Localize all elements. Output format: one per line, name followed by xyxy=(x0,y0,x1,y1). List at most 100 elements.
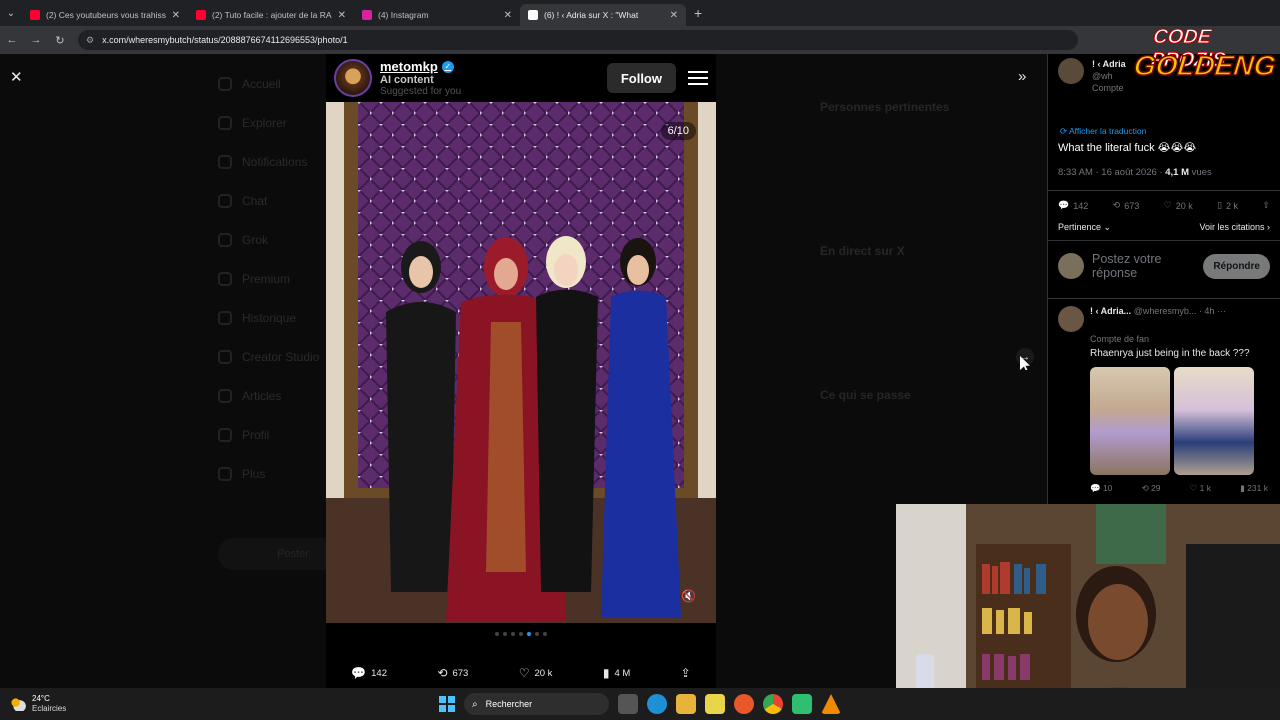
close-tab-icon[interactable]: ✕ xyxy=(504,10,512,21)
forward-icon[interactable]: → xyxy=(24,34,48,46)
windows-start-icon[interactable] xyxy=(439,696,455,712)
repost-count: 673 xyxy=(452,667,469,679)
reply-tweet[interactable]: ! ‹ Adria... @wheresmyb... · 4h ··· Comp… xyxy=(1058,306,1270,494)
quotes-link[interactable]: Voir les citations › xyxy=(1199,222,1270,233)
back-icon[interactable]: ← xyxy=(0,34,24,46)
mute-icon[interactable]: 🔇 xyxy=(681,589,696,603)
author-name[interactable]: ! ‹ Adria xyxy=(1092,59,1126,69)
like-action[interactable]: ♡ 20 k xyxy=(519,666,553,680)
views-action[interactable]: ▮ 4 M xyxy=(603,666,630,680)
carousel-dot[interactable] xyxy=(543,632,547,636)
media-thumbnail[interactable] xyxy=(1090,367,1170,475)
reply-handle[interactable]: @wheresmyb... xyxy=(1134,306,1197,316)
browser-tab-active[interactable]: (6) ! ‹ Adria sur X : "What ✕ xyxy=(520,4,686,26)
nav-item[interactable]: Notifications xyxy=(218,142,328,181)
temperature: 24°C xyxy=(32,694,50,703)
share-icon: ⇪ xyxy=(1262,200,1270,210)
carousel-dot-active[interactable] xyxy=(527,632,531,636)
repost-action[interactable]: ⟲ 673 xyxy=(1113,200,1140,211)
like-action[interactable]: ♡ 20 k xyxy=(1164,200,1193,211)
logo-line-2: GOLDENG xyxy=(1132,49,1278,82)
weather-text: 24°C Eclaircies xyxy=(32,694,66,714)
avatar[interactable] xyxy=(1058,58,1084,84)
avatar[interactable] xyxy=(334,59,372,97)
url-field[interactable]: ⚙ x.com/wheresmybutch/status/20888766741… xyxy=(78,30,1078,50)
follow-button[interactable]: Follow xyxy=(606,63,676,93)
tab-search-icon[interactable]: ⌄ xyxy=(0,0,22,26)
nav-item[interactable]: Premium xyxy=(218,259,328,298)
translate-link[interactable]: ⟳ Afficher la traduction xyxy=(1060,126,1146,137)
reload-icon[interactable]: ↻ xyxy=(48,34,72,47)
views-action[interactable]: ▮ 231 k xyxy=(1240,483,1268,494)
nav-label: Historique xyxy=(242,310,297,325)
article-icon xyxy=(218,388,232,403)
edge-icon[interactable] xyxy=(647,694,667,714)
media-thumbnail[interactable] xyxy=(1174,367,1254,475)
reply-author[interactable]: ! ‹ Adria... xyxy=(1090,306,1131,316)
nav-item[interactable]: Explorer xyxy=(218,103,328,142)
nav-item[interactable]: Profil xyxy=(218,415,328,454)
nav-label: Profil xyxy=(242,427,270,442)
expand-panel-icon[interactable]: » xyxy=(1018,68,1026,85)
close-tab-icon[interactable]: ✕ xyxy=(670,10,678,21)
vlc-icon[interactable] xyxy=(821,694,841,714)
close-tab-icon[interactable]: ✕ xyxy=(338,10,346,21)
nav-item[interactable]: Chat xyxy=(218,181,328,220)
heart-icon: ♡ xyxy=(1163,200,1172,210)
file-explorer-icon[interactable] xyxy=(676,694,696,714)
quotes-label: Voir les citations xyxy=(1199,222,1265,232)
photo-counter: 6/10 xyxy=(660,122,696,140)
menu-icon[interactable] xyxy=(688,67,708,89)
carousel-dot[interactable] xyxy=(511,632,515,636)
browser-tab[interactable]: (4) Instagram ✕ xyxy=(354,4,520,26)
author-name[interactable]: metomkp ✓ xyxy=(380,59,461,74)
reply-action[interactable]: 💬 10 xyxy=(1090,483,1112,494)
reply-media[interactable] xyxy=(1090,367,1268,475)
store-icon[interactable] xyxy=(705,694,725,714)
site-info-icon[interactable]: ⚙ xyxy=(86,35,94,46)
creator-icon xyxy=(218,349,232,364)
share-action[interactable]: ⇪ xyxy=(1262,200,1270,211)
carousel-dot[interactable] xyxy=(503,632,507,636)
carousel-dot[interactable] xyxy=(535,632,539,636)
more-icon[interactable]: ··· xyxy=(1217,306,1226,316)
sort-label: Pertinence xyxy=(1058,222,1102,232)
repost-action[interactable]: ⟲ 29 xyxy=(1142,483,1161,494)
firefox-icon[interactable] xyxy=(734,694,754,714)
chrome-icon[interactable] xyxy=(763,694,783,714)
carousel-dot[interactable] xyxy=(519,632,523,636)
carousel-dot[interactable] xyxy=(495,632,499,636)
browser-tab[interactable]: (2) Tuto facile : ajouter de la RA ✕ xyxy=(188,4,354,26)
nav-item[interactable]: Historique xyxy=(218,298,328,337)
reply-action[interactable]: 💬 142 xyxy=(1058,200,1088,211)
share-action[interactable]: ⇪ xyxy=(681,666,691,680)
nav-item[interactable]: Creator Studio xyxy=(218,337,328,376)
nav-item[interactable]: Articles xyxy=(218,376,328,415)
avatar[interactable] xyxy=(1058,306,1084,332)
weather-widget[interactable]: 24°C Eclaircies xyxy=(10,694,66,714)
nav-item[interactable]: Grok xyxy=(218,220,328,259)
close-tab-icon[interactable]: ✕ xyxy=(172,10,180,21)
taskbar-apps xyxy=(618,694,841,714)
nav-item[interactable]: Accueil xyxy=(218,64,328,103)
taskbar-search[interactable]: ⌕ Rechercher xyxy=(464,693,609,715)
author-handle[interactable]: @wh xyxy=(1092,71,1113,81)
reply-button[interactable]: Répondre xyxy=(1203,253,1270,279)
sort-dropdown[interactable]: Pertinence ⌄ xyxy=(1058,222,1111,233)
browser-tab[interactable]: (2) Ces youtubeurs vous trahiss ✕ xyxy=(22,4,188,26)
reply-action[interactable]: 💬 142 xyxy=(351,666,387,680)
nav-item[interactable]: Plus xyxy=(218,454,328,493)
like-action[interactable]: ♡ 1 k xyxy=(1190,483,1211,494)
new-tab-icon[interactable]: + xyxy=(694,5,702,21)
media-photo[interactable]: 6/10 🔇 xyxy=(326,102,716,623)
task-view-icon[interactable] xyxy=(618,694,638,714)
nav-label: Creator Studio xyxy=(242,349,320,364)
bookmark-action[interactable]: ▯ 2 k xyxy=(1217,200,1238,211)
app-green-icon[interactable] xyxy=(792,694,812,714)
dimmed-right-sidebar: Personnes pertinentes En direct sur X Ce… xyxy=(820,100,1040,532)
reply-input[interactable]: Postez votre réponse xyxy=(1092,252,1192,280)
close-viewer-icon[interactable]: ✕ xyxy=(10,68,23,86)
repost-action[interactable]: ⟲ 673 xyxy=(437,666,468,680)
chat-icon xyxy=(218,193,232,208)
verified-badge-icon: ✓ xyxy=(441,60,454,73)
